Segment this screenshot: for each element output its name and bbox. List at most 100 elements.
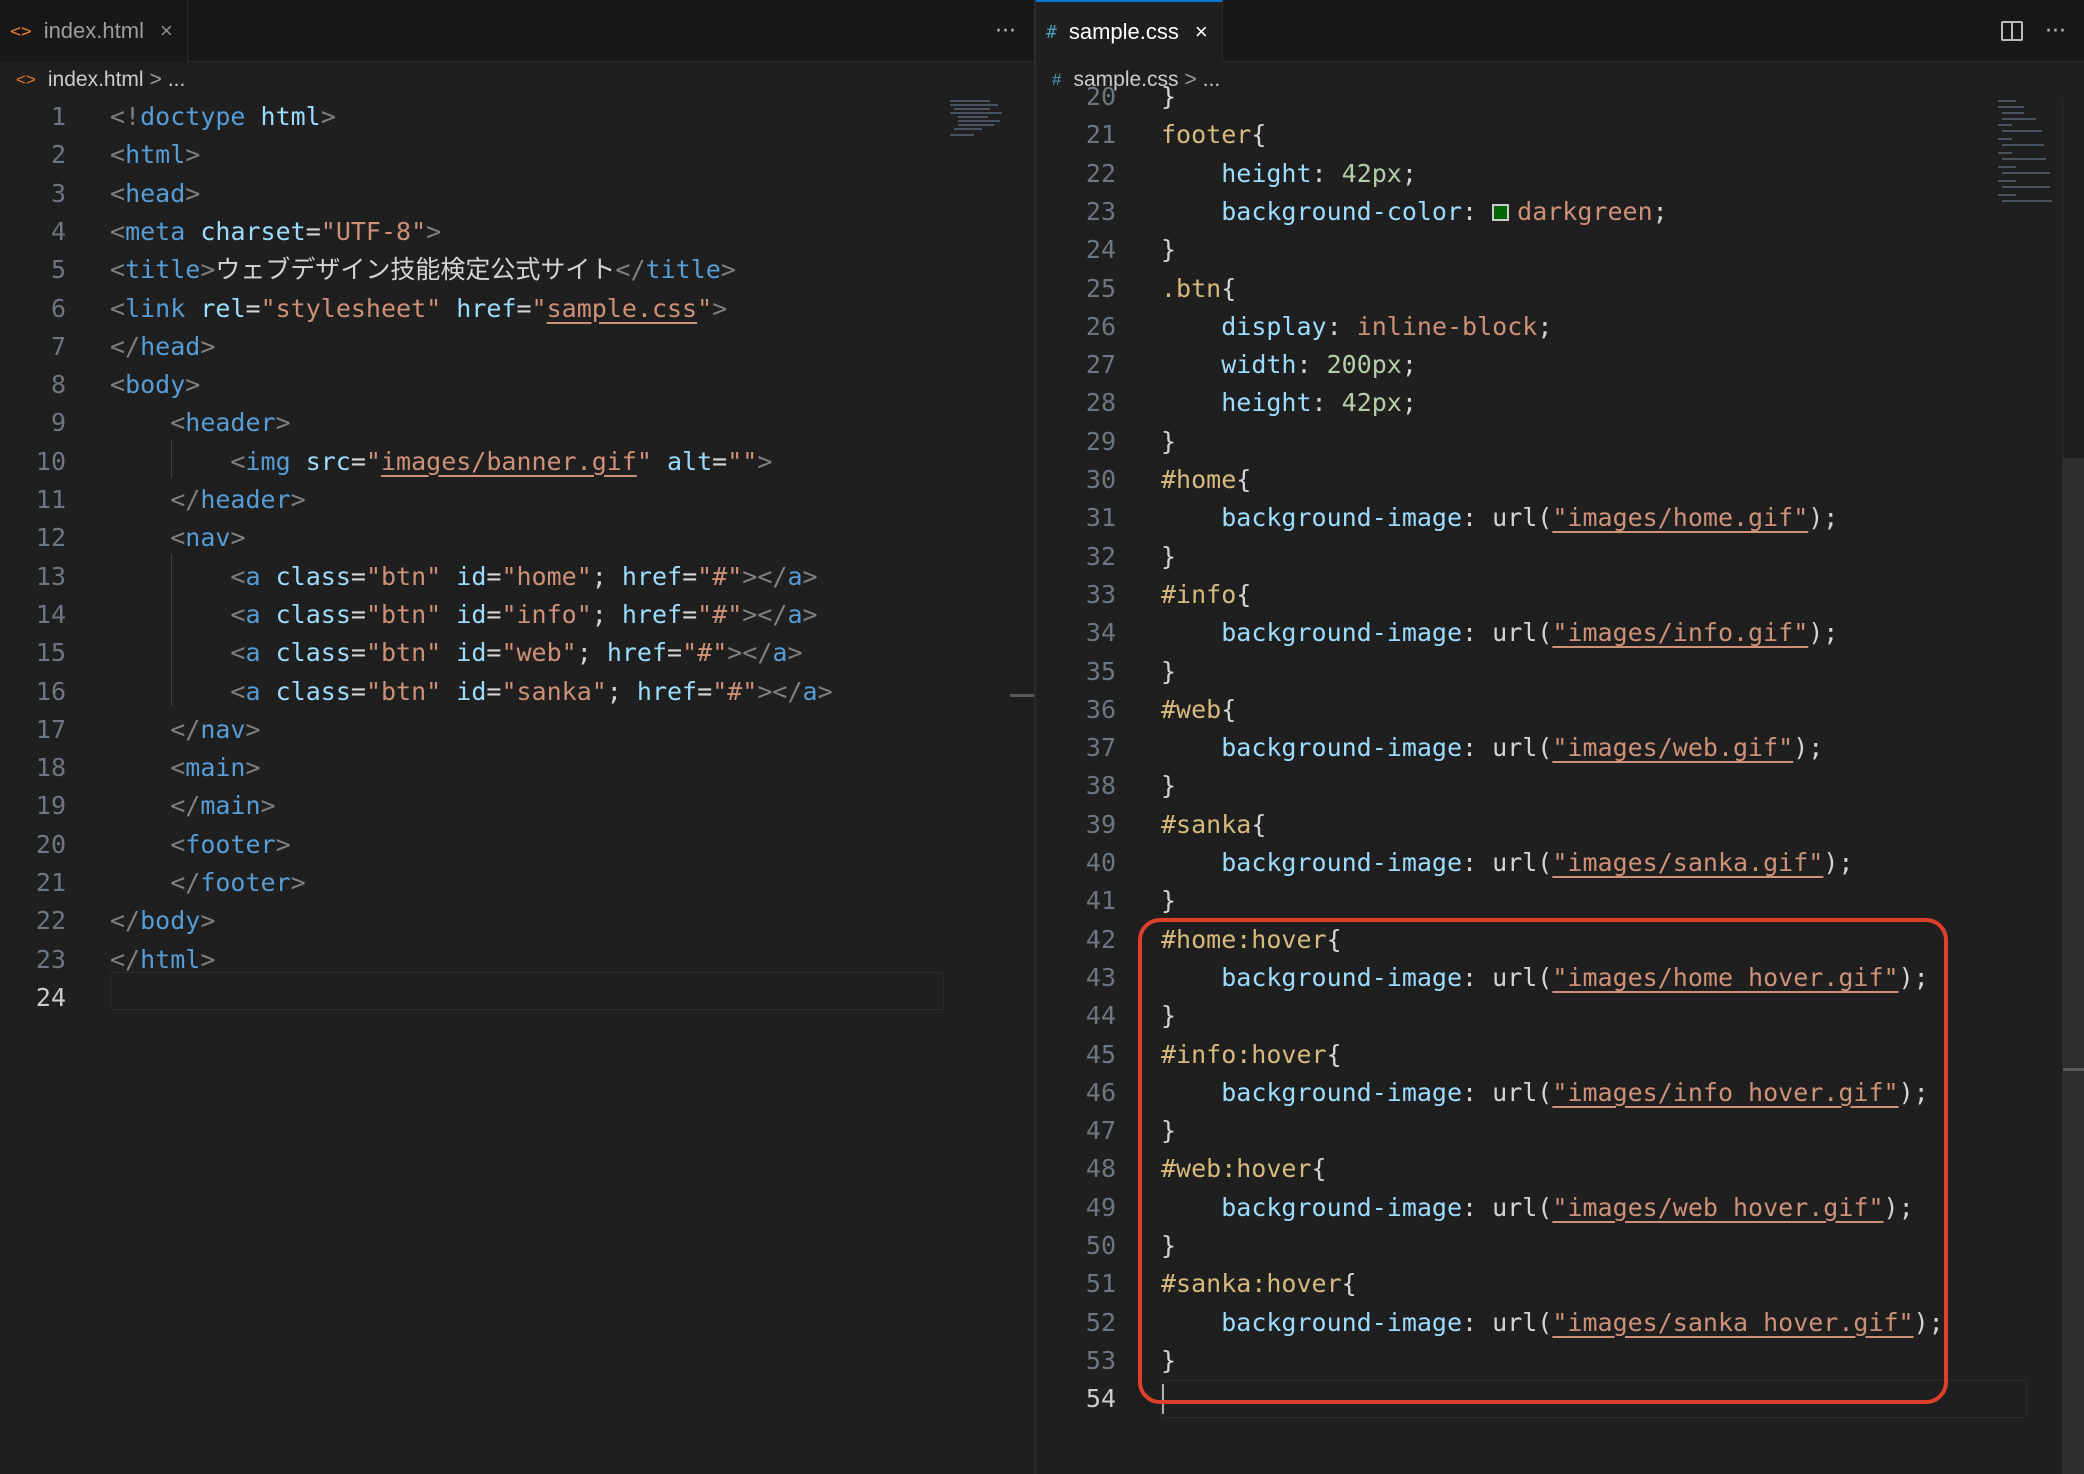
code-text[interactable]: <a class="btn" id="info"; href="#"></a>	[110, 596, 817, 634]
code-text[interactable]: <main>	[110, 749, 260, 787]
code-line[interactable]: 22 </body>	[0, 902, 1034, 940]
code-text[interactable]: background-image: url("images/sanka.gif"…	[1161, 844, 1853, 882]
code-text[interactable]: </html>	[110, 941, 215, 979]
code-line[interactable]: 7 </head>	[0, 328, 1034, 366]
code-text[interactable]: height: 42px;	[1161, 155, 1417, 193]
scrollbar-thumb[interactable]	[2063, 458, 2084, 1474]
code-text[interactable]: <!doctype html>	[110, 98, 336, 136]
code-line[interactable]: 19 </main>	[0, 787, 1034, 825]
code-line[interactable]: 5 <title>ウェブデザイン技能検定公式サイト</title>	[0, 251, 1034, 289]
code-text[interactable]: </footer>	[110, 864, 305, 902]
breadcrumb-file[interactable]: index.html	[48, 68, 144, 92]
code-line[interactable]: 31 background-image: url("images/home.gi…	[1036, 499, 2084, 537]
tab-index-html[interactable]: <> index.html ×	[0, 0, 188, 62]
code-line[interactable]: 3 <head>	[0, 175, 1034, 213]
code-text[interactable]: background-image: url("images/home.gif")…	[1161, 499, 1838, 537]
code-line[interactable]: 16 <a class="btn" id="sanka"; href="#"><…	[0, 673, 1034, 711]
code-text[interactable]: width: 200px;	[1161, 346, 1417, 384]
code-line[interactable]: 38}	[1036, 767, 2084, 805]
code-text[interactable]: #home{	[1161, 461, 1251, 499]
code-text[interactable]: background-image: url("images/info.gif")…	[1161, 614, 1838, 652]
code-text[interactable]: <title>ウェブデザイン技能検定公式サイト</title>	[110, 251, 736, 289]
code-line[interactable]: 4 <meta charset="UTF-8">	[0, 213, 1034, 251]
code-text[interactable]: #web{	[1161, 691, 1236, 729]
code-text[interactable]: }	[1161, 653, 1176, 691]
code-text[interactable]: }	[1161, 78, 1176, 116]
code-editor[interactable]: 1 <!doctype html> 2 <html> 3 <head> 4 <meta cha…	[0, 98, 1034, 1474]
code-text[interactable]: <img src="images/banner.gif" alt="">	[110, 443, 772, 481]
more-actions-icon[interactable]: ···	[995, 19, 1016, 44]
code-line[interactable]: 33 #info{	[1036, 576, 2084, 614]
code-text[interactable]: display: inline-block;	[1161, 308, 1552, 346]
code-line[interactable]: 1 <!doctype html>	[0, 98, 1034, 136]
code-text[interactable]: footer{	[1161, 116, 1266, 154]
breadcrumb-rest[interactable]: ...	[168, 68, 186, 92]
code-text[interactable]: </nav>	[110, 711, 260, 749]
code-line[interactable]: 37 background-image: url("images/web.gif…	[1036, 729, 2084, 767]
code-text[interactable]: #info{	[1161, 576, 1251, 614]
code-text[interactable]: }	[1161, 538, 1176, 576]
code-text[interactable]: <footer>	[110, 826, 290, 864]
close-icon[interactable]: ×	[160, 18, 173, 44]
code-line[interactable]: 8 <body>	[0, 366, 1034, 404]
code-text[interactable]: <a class="btn" id="home"; href="#"></a>	[110, 558, 817, 596]
code-line[interactable]: 36 #web{	[1036, 691, 2084, 729]
code-text[interactable]: }	[1161, 882, 1176, 920]
code-line[interactable]: 26 display: inline-block;	[1036, 308, 2084, 346]
minimap[interactable]	[950, 98, 1010, 158]
code-line[interactable]: 28 height: 42px;	[1036, 384, 2084, 422]
code-text[interactable]: </header>	[110, 481, 305, 519]
code-line[interactable]: 12 <nav>	[0, 519, 1034, 557]
minimap[interactable]	[1996, 98, 2056, 208]
code-text[interactable]: <nav>	[110, 519, 245, 557]
code-line[interactable]: 17 </nav>	[0, 711, 1034, 749]
more-actions-icon[interactable]: ···	[2045, 19, 2066, 44]
code-line[interactable]: 11 </header>	[0, 481, 1034, 519]
code-line[interactable]: 23 background-color: darkgreen;	[1036, 193, 2084, 231]
code-line[interactable]: 21 footer{	[1036, 116, 2084, 154]
code-text[interactable]: <link rel="stylesheet" href="sample.css"…	[110, 290, 727, 328]
code-line[interactable]: 35}	[1036, 653, 2084, 691]
code-line[interactable]: 24}	[1036, 231, 2084, 269]
code-text[interactable]: background-color: darkgreen;	[1161, 193, 1667, 231]
code-line[interactable]: 13 <a class="btn" id="home"; href="#"></…	[0, 558, 1034, 596]
code-line[interactable]: 6 <link rel="stylesheet" href="sample.css…	[0, 290, 1034, 328]
close-icon[interactable]: ×	[1195, 19, 1208, 45]
code-line[interactable]: 30 #home{	[1036, 461, 2084, 499]
code-line[interactable]: 40 background-image: url("images/sanka.g…	[1036, 844, 2084, 882]
code-text[interactable]: #sanka{	[1161, 806, 1266, 844]
code-line[interactable]: 15 <a class="btn" id="web"; href="#"></a…	[0, 634, 1034, 672]
code-text[interactable]: </body>	[110, 902, 215, 940]
color-swatch[interactable]	[1492, 203, 1510, 221]
code-line[interactable]: 24	[0, 979, 1034, 1017]
split-editor-icon[interactable]	[2001, 21, 2024, 41]
code-text[interactable]: <header>	[110, 404, 290, 442]
tab-sample-css[interactable]: # sample.css ×	[1036, 0, 1223, 62]
code-text[interactable]: background-image: url("images/web.gif");	[1161, 729, 1823, 767]
code-text[interactable]: <a class="btn" id="web"; href="#"></a>	[110, 634, 802, 672]
code-line[interactable]: 23 </html>	[0, 941, 1034, 979]
code-text[interactable]: height: 42px;	[1161, 384, 1417, 422]
code-line[interactable]: 18 <main>	[0, 749, 1034, 787]
code-line[interactable]: 32}	[1036, 538, 2084, 576]
code-line[interactable]: 10 <img src="images/banner.gif" alt="">	[0, 443, 1034, 481]
code-line[interactable]: 39 #sanka{	[1036, 806, 2084, 844]
code-line[interactable]: 29}	[1036, 423, 2084, 461]
code-line[interactable]: 41}	[1036, 882, 2084, 920]
code-line[interactable]: 25 .btn{	[1036, 270, 2084, 308]
code-text[interactable]: }	[1161, 423, 1176, 461]
code-line[interactable]: 27 width: 200px;	[1036, 346, 2084, 384]
code-text[interactable]: </head>	[110, 328, 215, 366]
code-text[interactable]: <body>	[110, 366, 200, 404]
code-text[interactable]: }	[1161, 231, 1176, 269]
code-text[interactable]: </main>	[110, 787, 275, 825]
code-text[interactable]: <head>	[110, 175, 200, 213]
code-text[interactable]: .btn{	[1161, 270, 1236, 308]
code-line[interactable]: 21 </footer>	[0, 864, 1034, 902]
code-text[interactable]: <html>	[110, 136, 200, 174]
vertical-scrollbar[interactable]	[2062, 98, 2084, 1474]
code-line[interactable]: 20 <footer>	[0, 826, 1034, 864]
code-text[interactable]: <a class="btn" id="sanka"; href="#"></a>	[110, 673, 832, 711]
code-line[interactable]: 9 <header>	[0, 404, 1034, 442]
code-line[interactable]: 34 background-image: url("images/info.gi…	[1036, 614, 2084, 652]
